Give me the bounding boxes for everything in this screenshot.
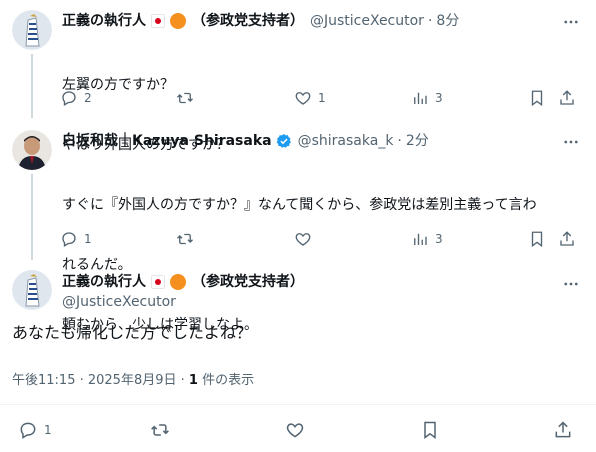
divider [0,404,596,405]
share-button[interactable] [558,88,576,108]
tweet-text: あなたも帰化した方でしたよね？ [12,323,253,342]
timestamp[interactable]: 2分 [406,132,429,150]
reply-icon [60,89,78,107]
avatar-image [12,270,52,310]
retweet-button[interactable] [176,88,194,108]
orange-circle-icon [170,274,186,290]
reply-button[interactable]: 2 [60,88,92,108]
views-label: 件の表示 [197,373,255,388]
action-bar: 1 [0,420,596,440]
share-icon [558,89,576,107]
reply-button[interactable]: 1 [60,229,92,249]
action-bar: 2 1 3 [0,88,596,108]
tweet-text-line: すぐに『外国人の方ですか？』なんて聞くから、参政党は差別主義って言わ [62,197,537,213]
japan-flag-icon [151,275,165,289]
reply-icon [18,420,38,440]
views-icon [411,89,429,107]
timestamp[interactable]: 8分 [436,12,459,30]
like-button[interactable] [294,229,312,249]
more-icon[interactable] [561,132,581,152]
display-name-suffix: （参政党支持者） [192,13,304,29]
display-name[interactable]: 正義の執行人 [62,12,146,30]
share-icon [553,420,573,440]
reply-button[interactable]: 1 [18,420,52,440]
bookmark-icon [420,420,440,440]
retweet-icon [176,230,194,248]
avatar[interactable] [12,270,52,310]
retweet-icon [176,89,194,107]
avatar-image [12,130,52,170]
avatar[interactable] [12,130,52,170]
views-icon [411,230,429,248]
handle[interactable]: @JusticeXecutor [310,12,424,30]
bookmark-icon [528,230,546,248]
bookmark-button[interactable] [420,420,440,440]
views-count: 3 [435,91,443,105]
separator-dot: · [427,13,433,29]
verified-icon [276,134,291,148]
avatar-image [12,10,52,50]
share-button[interactable] [558,229,576,249]
bookmark-button[interactable] [528,229,546,249]
reply-count: 1 [44,423,52,437]
tweet-header: 正義の執行人 （参政党支持者） @JusticeXecutor · 8分 [62,12,459,30]
more-icon[interactable] [561,12,581,32]
like-button[interactable]: 1 [294,88,326,108]
orange-circle-icon [170,13,186,29]
display-name[interactable]: 白坂和哉｜Kazuya Shirasaka [62,132,272,150]
retweet-icon [150,420,170,440]
retweet-button[interactable] [176,229,194,249]
views-count: 3 [435,232,443,246]
avatar[interactable] [12,10,52,50]
timestamp[interactable]: 午後11:15 · 2025年8月9日 · [12,373,189,388]
like-button[interactable] [285,420,305,440]
views-button[interactable]: 3 [411,88,443,108]
like-icon [285,420,305,440]
like-icon [294,230,312,248]
display-name-suffix: （参政党支持者） [192,274,304,290]
reply-count: 2 [84,91,92,105]
like-icon [294,89,312,107]
like-count: 1 [318,91,326,105]
views-count: 1 [188,373,198,388]
reply-icon [60,230,78,248]
share-icon [558,230,576,248]
japan-flag-icon [151,14,165,28]
thread-line [31,54,33,118]
share-button[interactable] [553,420,573,440]
tweet-header: 白坂和哉｜Kazuya Shirasaka @shirasaka_k · 2分 [62,132,429,150]
tweet-header: 正義の執行人 （参政党支持者） [62,273,304,291]
retweet-button[interactable] [150,420,170,440]
bookmark-button[interactable] [528,88,546,108]
tweet-text-line: れるんだ。 [62,257,132,273]
more-icon[interactable] [561,274,581,294]
bookmark-icon [528,89,546,107]
separator-dot: · [397,133,402,149]
views-button[interactable]: 3 [411,229,443,249]
handle-line: @JusticeXecutor [62,293,176,311]
display-name[interactable]: 正義の執行人 [62,273,146,291]
action-bar: 1 3 [0,229,596,249]
reply-count: 1 [84,232,92,246]
tweet-metadata: 午後11:15 · 2025年8月9日 · 1 件の表示 [12,369,254,388]
handle[interactable]: @JusticeXecutor [62,293,176,311]
handle[interactable]: @shirasaka_k [298,132,394,150]
